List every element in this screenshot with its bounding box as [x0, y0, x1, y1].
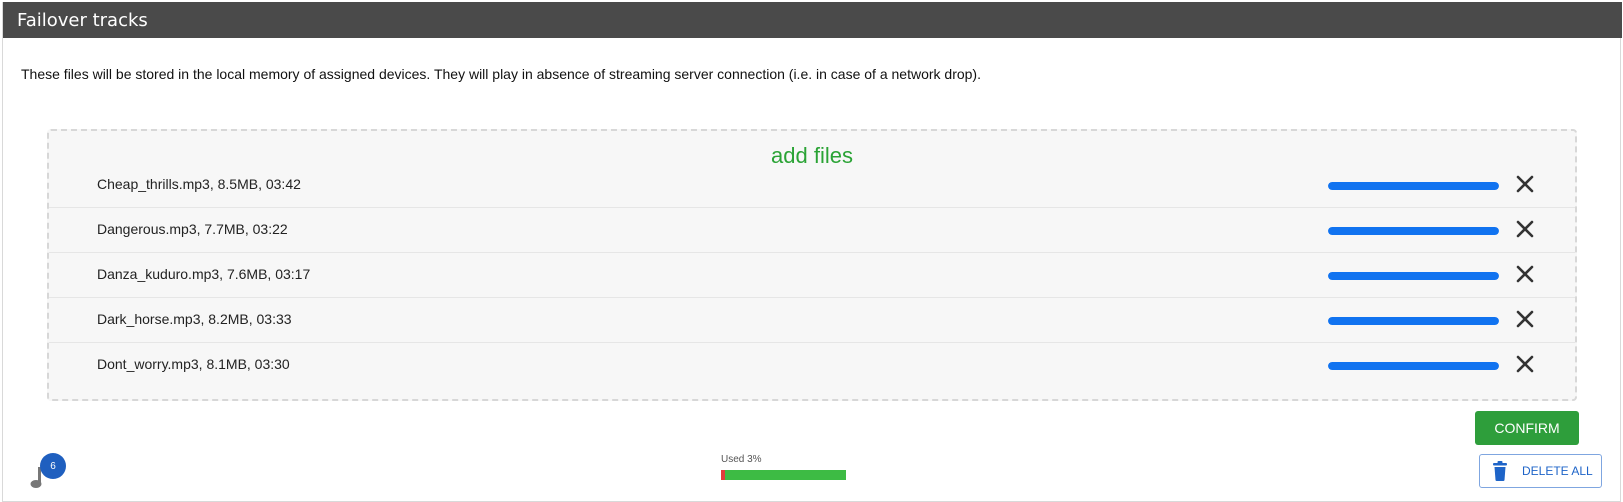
upload-progress-bar: [1328, 317, 1499, 325]
tracks-count-indicator[interactable]: 6: [30, 453, 70, 493]
file-row: Dont_worry.mp3, 8.1MB, 03:30: [49, 341, 1575, 388]
upload-progress-bar: [1328, 362, 1499, 370]
tracks-count-badge: 6: [40, 453, 66, 479]
trash-icon: [1492, 461, 1508, 481]
file-label: Cheap_thrills.mp3, 8.5MB, 03:42: [97, 176, 301, 192]
upload-progress-fill: [1328, 227, 1499, 235]
confirm-button[interactable]: CONFIRM: [1475, 411, 1579, 445]
file-row: Cheap_thrills.mp3, 8.5MB, 03:42: [49, 161, 1575, 208]
remove-file-icon[interactable]: [1511, 350, 1539, 378]
remove-file-icon[interactable]: [1511, 215, 1539, 243]
upload-progress-bar: [1328, 182, 1499, 190]
delete-all-label: DELETE ALL: [1522, 464, 1593, 478]
upload-progress-fill: [1328, 317, 1499, 325]
storage-used-fill: [721, 470, 725, 480]
remove-file-icon[interactable]: [1511, 170, 1539, 198]
remove-file-icon[interactable]: [1511, 305, 1539, 333]
storage-usage: Used 3%: [721, 454, 846, 480]
panel-title: Failover tracks: [17, 10, 148, 31]
panel-header: Failover tracks: [3, 2, 1622, 38]
file-row: Danza_kuduro.mp3, 7.6MB, 03:17: [49, 251, 1575, 298]
upload-progress-fill: [1328, 362, 1499, 370]
file-label: Dont_worry.mp3, 8.1MB, 03:30: [97, 356, 290, 372]
file-label: Dangerous.mp3, 7.7MB, 03:22: [97, 221, 288, 237]
file-dropzone[interactable]: add files Cheap_thrills.mp3, 8.5MB, 03:4…: [47, 129, 1577, 401]
storage-usage-bar: [721, 470, 846, 480]
upload-progress-fill: [1328, 182, 1499, 190]
delete-all-button[interactable]: DELETE ALL: [1479, 454, 1602, 488]
upload-progress-bar: [1328, 227, 1499, 235]
file-row: Dangerous.mp3, 7.7MB, 03:22: [49, 206, 1575, 253]
upload-progress-bar: [1328, 272, 1499, 280]
remove-file-icon[interactable]: [1511, 260, 1539, 288]
file-label: Dark_horse.mp3, 8.2MB, 03:33: [97, 311, 292, 327]
file-label: Danza_kuduro.mp3, 7.6MB, 03:17: [97, 266, 311, 282]
storage-used-label: Used 3%: [721, 454, 762, 465]
upload-progress-fill: [1328, 272, 1499, 280]
file-row: Dark_horse.mp3, 8.2MB, 03:33: [49, 296, 1575, 343]
panel-description: These files will be stored in the local …: [21, 66, 981, 82]
